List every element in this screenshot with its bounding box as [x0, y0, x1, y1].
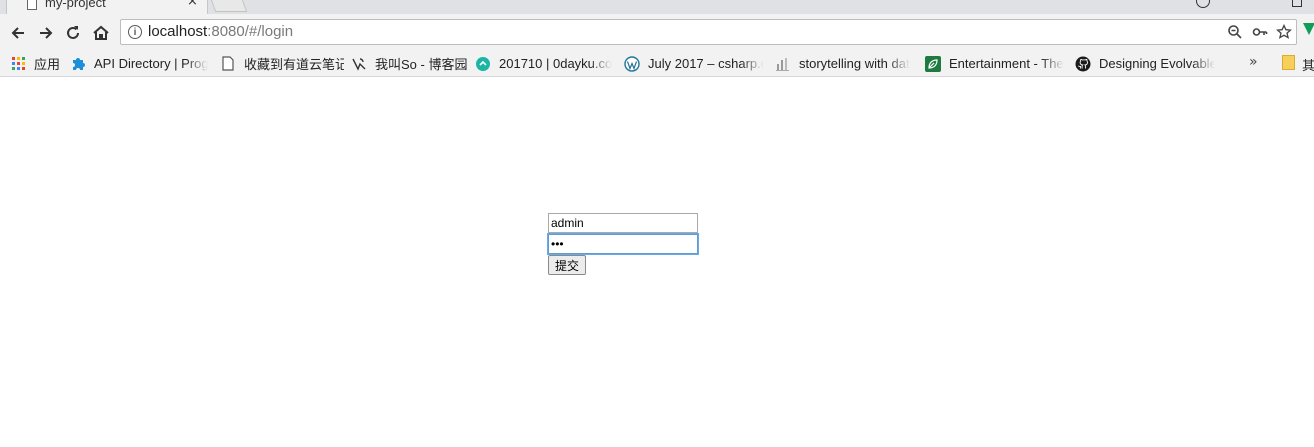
home-icon — [93, 25, 109, 40]
page-content: 提交 — [0, 77, 1314, 447]
info-icon[interactable]: i — [128, 25, 142, 39]
bookmark-api-directory[interactable]: API Directory | Prog — [70, 51, 208, 76]
maximize-icon[interactable] — [1292, 0, 1302, 7]
bookmark-label: API Directory | Prog — [94, 56, 208, 71]
zoom-icon[interactable] — [1227, 24, 1243, 40]
star-icon[interactable] — [1276, 24, 1292, 40]
url-text: localhost:8080/#/login — [148, 23, 293, 40]
url-host: localhost — [148, 23, 208, 40]
bookmark-entertainment[interactable]: Entertainment - The — [925, 51, 1065, 76]
bookmark-label: Designing Evolvable — [1099, 56, 1215, 71]
close-icon[interactable]: × — [187, 0, 198, 9]
bookmark-cnblogs[interactable]: 我叫So - 博客园 — [351, 51, 469, 76]
page-icon — [220, 56, 236, 72]
bookmark-label: storytelling with dat — [799, 56, 910, 71]
tab-strip: my-project × — [0, 0, 1314, 14]
bookmarks-bar: 应用 API Directory | Prog 收藏到有道云笔记 我叫So - … — [0, 51, 1314, 77]
key-icon[interactable] — [1252, 24, 1268, 40]
reload-button[interactable] — [63, 23, 83, 43]
leaf-icon — [925, 55, 941, 72]
login-form: 提交 — [548, 213, 698, 275]
bookmark-label: 201710 | 0dayku.co — [499, 56, 613, 71]
bookmark-apps[interactable]: 应用 — [10, 51, 62, 76]
apps-grid-icon — [10, 56, 26, 72]
forward-button[interactable] — [36, 23, 56, 43]
browser-toolbar: i localhost:8080/#/login — [0, 14, 1314, 51]
bookmark-label: 应用 — [34, 57, 61, 72]
arrow-left-icon — [11, 27, 24, 39]
back-button[interactable] — [8, 23, 28, 43]
submit-button[interactable]: 提交 — [548, 255, 587, 275]
profile-icon[interactable] — [1196, 0, 1210, 8]
bookmark-label: 我叫So - 博客园 — [375, 57, 468, 72]
arrow-right-icon — [40, 27, 53, 39]
wordpress-icon — [624, 55, 640, 72]
new-tab-button[interactable] — [208, 0, 248, 12]
bookmark-label: July 2017 – csharp.c — [648, 56, 764, 71]
username-input[interactable] — [548, 213, 698, 233]
home-button[interactable] — [91, 23, 111, 43]
page-icon — [27, 0, 37, 10]
folder-icon[interactable] — [1282, 55, 1295, 70]
bookmark-designing-evolvable[interactable]: Designing Evolvable — [1075, 51, 1215, 76]
teal-circle-icon — [475, 56, 491, 72]
bookmarks-overflow-chevron[interactable]: » — [1249, 54, 1258, 70]
tab-my-project[interactable]: my-project × — [6, 0, 208, 14]
reload-icon — [67, 26, 79, 39]
bookmark-storytelling[interactable]: storytelling with dat — [775, 51, 913, 76]
other-bookmarks-label[interactable]: 其 — [1302, 55, 1314, 74]
extension-icon[interactable] — [1303, 23, 1314, 35]
bookmark-label: 收藏到有道云笔记 — [244, 57, 344, 72]
bar-chart-icon — [775, 56, 791, 72]
address-bar[interactable]: i localhost:8080/#/login — [120, 19, 1297, 45]
url-path: :8080/#/login — [207, 23, 294, 40]
puzzle-icon — [70, 56, 86, 72]
github-icon — [1075, 56, 1091, 72]
cnblogs-icon — [351, 56, 367, 72]
bookmark-youdao[interactable]: 收藏到有道云笔记 — [220, 51, 344, 76]
bookmark-csharp[interactable]: July 2017 – csharp.c — [624, 51, 764, 76]
password-input[interactable] — [548, 234, 698, 254]
tab-title: my-project — [45, 0, 106, 10]
bookmark-label: Entertainment - The — [949, 56, 1064, 71]
bookmark-0dayku[interactable]: 201710 | 0dayku.co — [475, 51, 613, 76]
